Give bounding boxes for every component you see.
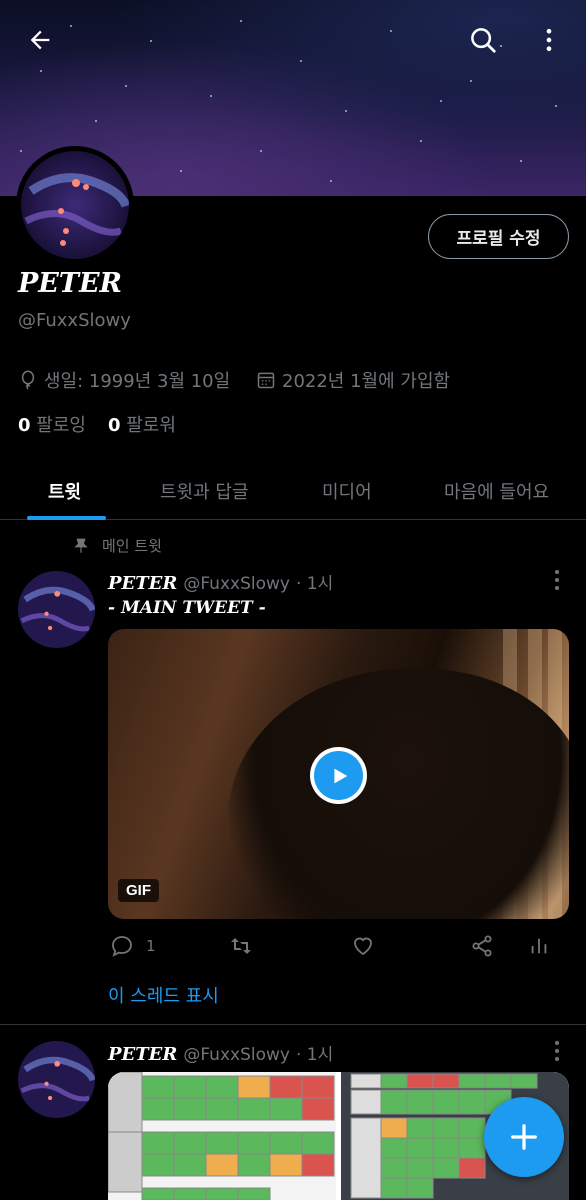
share-button[interactable]: [470, 934, 494, 958]
share-icon: [472, 935, 492, 957]
tab-tweets-replies[interactable]: 트윗과 답글: [160, 462, 249, 520]
following-label: 팔로잉: [36, 415, 86, 436]
tweet-more-button[interactable]: [548, 1041, 566, 1061]
followers-label: 팔로워: [126, 415, 176, 436]
follow-stats: 0 팔로잉 0 팔로워: [18, 411, 176, 437]
play-button[interactable]: [310, 747, 367, 804]
tweet-avatar[interactable]: [18, 571, 95, 648]
retweet-icon: [231, 938, 251, 954]
arrow-left-icon: [30, 30, 50, 50]
compose-tweet-button[interactable]: [484, 1097, 564, 1177]
tab-tweets[interactable]: 트윗: [48, 462, 81, 520]
analytics-icon: [531, 938, 547, 954]
reply-count: 1: [146, 937, 156, 955]
search-button[interactable]: [461, 18, 505, 62]
profile-tabs: 트윗 트윗과 답글 미디어 마음에 들어요: [0, 462, 586, 520]
plus-icon: [511, 1124, 537, 1150]
reply-button[interactable]: 1: [110, 934, 156, 958]
play-icon: [333, 768, 347, 783]
more-vertical-icon: [546, 28, 552, 52]
gif-badge: GIF: [118, 879, 159, 902]
profile-name: PETER: [18, 268, 122, 299]
tweet-image-1[interactable]: [108, 1072, 336, 1200]
tweet-avatar[interactable]: [18, 1041, 95, 1118]
tweet-text: - MAIN TWEET -: [108, 598, 266, 618]
following-link[interactable]: 0 팔로잉: [18, 411, 86, 437]
tab-likes[interactable]: 마음에 들어요: [444, 462, 549, 520]
tweet-author-handle[interactable]: @FuxxSlowy: [183, 1045, 290, 1065]
pinned-text: 메인 트윗: [102, 537, 162, 555]
tweet-time: · 1시: [295, 574, 334, 594]
pinned-tweet-label: 메인 트윗: [72, 535, 162, 556]
calendar-icon: [257, 372, 275, 389]
profile-handle: @FuxxSlowy: [18, 310, 131, 331]
tweet-author-handle[interactable]: @FuxxSlowy: [183, 574, 290, 594]
profile-avatar[interactable]: [16, 146, 134, 264]
like-button[interactable]: [351, 934, 375, 958]
followers-count: 0: [107, 415, 121, 436]
search-icon: [471, 28, 496, 53]
joined-info: 2022년 1월에 가입함: [256, 367, 450, 393]
tweet-actions: 1: [108, 934, 568, 962]
followers-link[interactable]: 0 팔로워: [108, 411, 176, 437]
pin-icon: [74, 538, 88, 553]
tweet-media-gif[interactable]: GIF: [108, 629, 569, 919]
retweet-button[interactable]: [228, 934, 254, 958]
show-thread-link[interactable]: 이 스레드 표시: [108, 982, 219, 1008]
heart-icon: [354, 937, 372, 956]
avatar-image: [21, 151, 129, 259]
tweet-author-name[interactable]: PETER: [108, 573, 177, 594]
reply-icon: [112, 936, 132, 957]
following-count: 0: [18, 415, 31, 436]
birthday-text: 생일: 1999년 3월 10일: [44, 371, 231, 392]
tweet-more-button[interactable]: [548, 570, 566, 590]
edit-profile-button[interactable]: 프로필 수정: [428, 214, 569, 259]
joined-text: 2022년 1월에 가입함: [282, 371, 451, 392]
tab-media[interactable]: 미디어: [322, 462, 372, 520]
tweet-header: PETER @FuxxSlowy · 1시: [108, 1040, 333, 1065]
tweet-divider: [0, 1024, 586, 1025]
tweet-time: · 1시: [295, 1045, 334, 1065]
balloon-icon: [21, 370, 35, 390]
active-tab-indicator: [27, 516, 106, 520]
tweet-author-name[interactable]: PETER: [108, 1044, 177, 1065]
birthday-info: 생일: 1999년 3월 10일: [18, 367, 230, 393]
tweet-header: PETER @FuxxSlowy · 1시: [108, 569, 333, 594]
more-button[interactable]: [527, 18, 571, 62]
gif-image: [228, 669, 569, 919]
analytics-button[interactable]: [528, 934, 550, 958]
back-button[interactable]: [18, 18, 62, 62]
